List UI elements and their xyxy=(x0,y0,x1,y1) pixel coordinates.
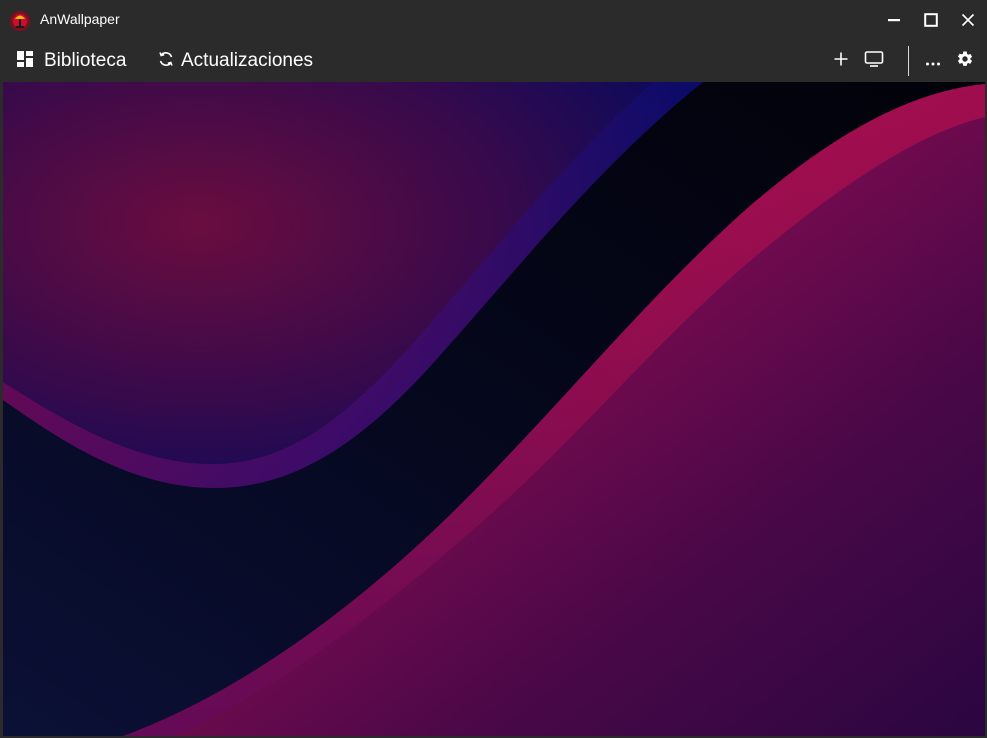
refresh-icon xyxy=(157,50,175,72)
tab-actualizaciones-label: Actualizaciones xyxy=(181,50,314,71)
tab-biblioteca[interactable]: Biblioteca xyxy=(16,40,126,82)
title-bar[interactable]: AnWallpaper xyxy=(0,0,987,40)
maximize-icon xyxy=(924,13,938,27)
monitor-icon xyxy=(864,50,884,72)
maximize-button[interactable] xyxy=(913,4,949,36)
app-window: AnWallpaper Biblioteca Actualizaciones xyxy=(0,0,987,738)
app-logo-icon xyxy=(9,10,31,32)
gear-icon xyxy=(956,50,974,72)
tab-actualizaciones[interactable]: Actualizaciones xyxy=(157,40,313,82)
minimize-icon xyxy=(887,13,901,27)
close-icon xyxy=(961,13,975,27)
toolbar: Biblioteca Actualizaciones xyxy=(0,40,987,82)
tab-biblioteca-label: Biblioteca xyxy=(44,50,127,71)
wallpaper-preview xyxy=(3,82,985,736)
more-button[interactable] xyxy=(918,46,948,76)
window-title: AnWallpaper xyxy=(40,11,120,27)
grid-icon xyxy=(16,50,34,72)
minimize-button[interactable] xyxy=(876,4,912,36)
more-icon xyxy=(925,52,941,71)
settings-button[interactable] xyxy=(950,46,980,76)
close-button[interactable] xyxy=(950,4,986,36)
toolbar-divider xyxy=(908,46,909,76)
plus-icon xyxy=(833,51,849,71)
add-button[interactable] xyxy=(826,46,856,76)
monitor-button[interactable] xyxy=(859,46,889,76)
